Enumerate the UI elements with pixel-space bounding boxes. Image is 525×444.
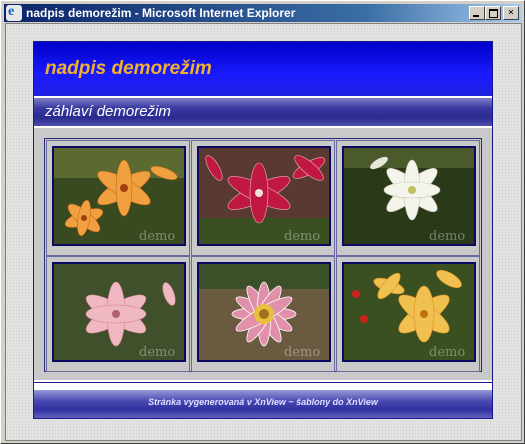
close-button[interactable]: × [503, 6, 519, 20]
thumbnail-orange-lilies[interactable]: demo [52, 146, 186, 246]
footer-divider [34, 382, 492, 383]
watermark: demo [429, 229, 465, 244]
thumbnail-gallery: demo demo demo demo demo demo [34, 128, 492, 380]
gallery-cell[interactable]: demo [336, 256, 480, 372]
watermark: demo [429, 345, 465, 360]
thumbnail-pink-gazania[interactable]: demo [197, 262, 331, 362]
window-title: nadpis demorežim - Microsoft Internet Ex… [26, 6, 296, 20]
gallery-cell[interactable]: demo [46, 256, 190, 372]
page-footer: Stránka vygenerovaná v XnView ~ šablony … [34, 390, 492, 418]
web-page: nadpis demorežim záhlaví demorežim demo … [33, 41, 493, 419]
minimize-button[interactable] [469, 6, 485, 20]
site-title: nadpis demorežim [45, 58, 212, 79]
thumbnail-pink-lily[interactable]: demo [52, 262, 186, 362]
watermark: demo [139, 345, 175, 360]
footer-text: Stránka vygenerovaná v XnView ~ šablony … [148, 397, 378, 407]
title-bar[interactable]: e nadpis demorežim - Microsoft Internet … [4, 4, 521, 22]
gallery-cell[interactable]: demo [191, 140, 335, 256]
gallery-cell[interactable]: demo [336, 140, 480, 256]
watermark: demo [139, 229, 175, 244]
gallery-cell[interactable]: demo [46, 140, 190, 256]
thumbnail-white-lily[interactable]: demo [342, 146, 476, 246]
watermark: demo [284, 229, 320, 244]
page-subtitle: záhlaví demorežim [45, 103, 171, 120]
page-subheader: záhlaví demorežim [34, 98, 492, 126]
thumbnail-yellow-lilies[interactable]: demo [342, 262, 476, 362]
browser-window: e nadpis demorežim - Microsoft Internet … [0, 0, 525, 444]
maximize-button[interactable] [485, 6, 501, 20]
page-header: nadpis demorežim [34, 42, 492, 96]
thumbnail-red-lilies[interactable]: demo [197, 146, 331, 246]
gallery-cell[interactable]: demo [191, 256, 335, 372]
watermark: demo [284, 345, 320, 360]
ie-icon: e [6, 4, 22, 21]
